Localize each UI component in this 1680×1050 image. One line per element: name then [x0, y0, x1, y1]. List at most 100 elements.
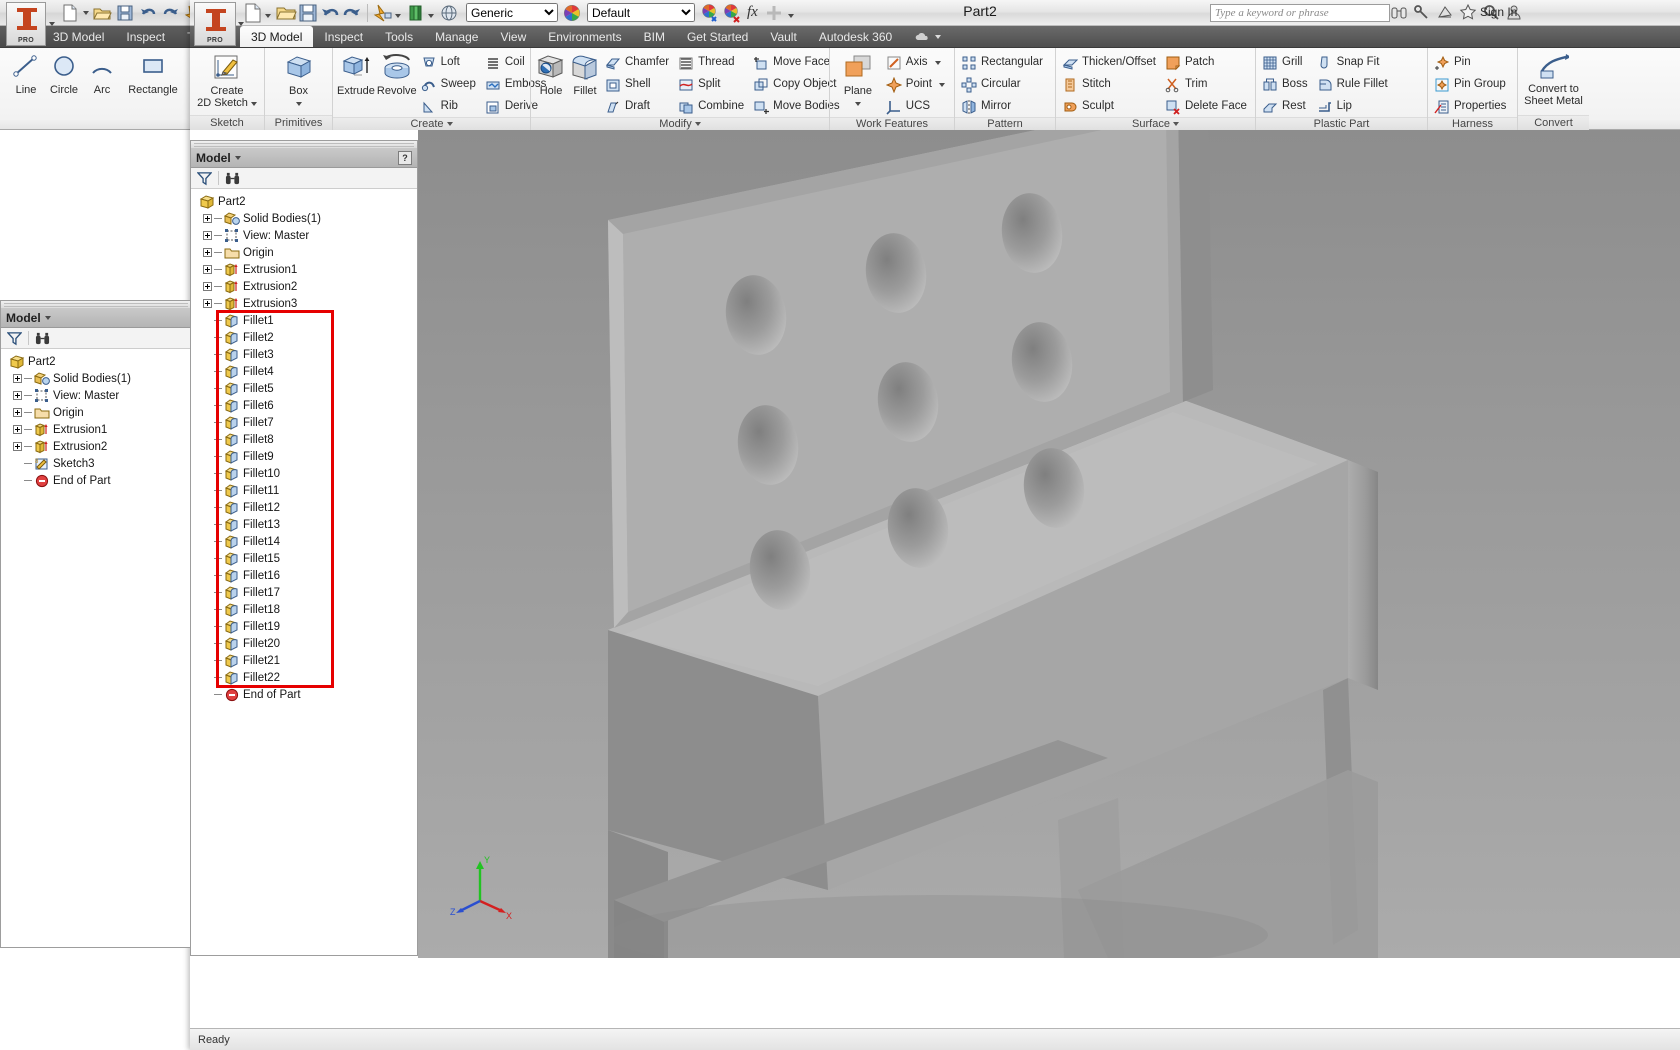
tab-vault[interactable]: Vault [759, 26, 807, 47]
open-folder-icon[interactable] [275, 2, 297, 24]
create-panel-caret-icon[interactable] [446, 122, 453, 126]
patch-button[interactable]: Patch [1163, 52, 1252, 73]
color-wheel-icon[interactable] [561, 2, 583, 24]
expander-plus-icon[interactable] [203, 231, 212, 240]
revolve-button[interactable]: Revolve [377, 51, 417, 97]
tree-item-fillet7[interactable]: Fillet7 [195, 414, 417, 431]
star-icon[interactable] [1459, 3, 1477, 21]
model-tree[interactable]: Part2 Solid Bodies(1) View: Master Origin Ex… [191, 189, 417, 954]
tree-item-fillet16[interactable]: Fillet16 [195, 567, 417, 584]
tab-environments[interactable]: Environments [537, 26, 632, 47]
expander-plus-icon[interactable] [203, 282, 212, 291]
circular-pattern-button[interactable]: Circular [959, 74, 1048, 95]
work-point-button[interactable]: Point [884, 74, 950, 95]
sculpt-button[interactable]: Sculpt [1060, 96, 1161, 117]
work-plane-caret-icon[interactable] [854, 102, 861, 106]
new-document-caret-icon[interactable] [265, 13, 271, 18]
properties-button[interactable]: Properties [1432, 96, 1511, 117]
create-2d-sketch-button[interactable]: Create 2D Sketch [194, 51, 260, 109]
tree-item-fillet9[interactable]: Fillet9 [195, 448, 417, 465]
ribbon-minimize-button[interactable] [903, 26, 952, 47]
new-document-icon[interactable] [242, 2, 264, 24]
tab-get-started[interactable]: Get Started [676, 26, 759, 47]
surface-panel-caret-icon[interactable] [1172, 122, 1179, 126]
material-select[interactable]: Generic [466, 3, 558, 22]
tree-item-fillet21[interactable]: Fillet21 [195, 652, 417, 669]
trim-button[interactable]: Trim [1163, 74, 1252, 95]
tree-item-fillet15[interactable]: Fillet15 [195, 550, 417, 567]
tree-item-fillet2[interactable]: Fillet2 [195, 329, 417, 346]
background-app-logo[interactable]: PRO [6, 2, 46, 46]
appearance-globe-icon[interactable] [438, 2, 460, 24]
tab-manage[interactable]: Manage [424, 26, 489, 47]
material-library-caret-icon[interactable] [428, 13, 434, 18]
app-logo-caret-icon[interactable] [238, 22, 244, 26]
fillet-button[interactable]: Fillet [569, 51, 601, 97]
tree-item-fillet12[interactable]: Fillet12 [195, 499, 417, 516]
save-icon[interactable] [297, 2, 319, 24]
tree-item-fillet4[interactable]: Fillet4 [195, 363, 417, 380]
thicken-offset-button[interactable]: Thicken/Offset [1060, 52, 1161, 73]
tree-item-fillet1[interactable]: Fillet1 [195, 312, 417, 329]
split-button[interactable]: Split [676, 74, 749, 95]
stitch-button[interactable]: Stitch [1060, 74, 1161, 95]
browser-help-badge[interactable]: ? [398, 151, 412, 165]
combine-button[interactable]: Combine [676, 96, 749, 117]
search-input[interactable]: Type a keyword or phrase [1210, 4, 1390, 22]
tree-item-part2[interactable]: Part2 [195, 193, 417, 210]
tree-item-end-of-part[interactable]: End of Part [195, 686, 417, 703]
tree-item-view-master[interactable]: View: Master [195, 227, 417, 244]
tree-item-fillet19[interactable]: Fillet19 [195, 618, 417, 635]
update-caret-icon[interactable] [395, 13, 401, 18]
rib-button[interactable]: Rib [419, 96, 481, 117]
snap-fit-button[interactable]: Snap Fit [1315, 52, 1393, 73]
tree-item-fillet8[interactable]: Fillet8 [195, 431, 417, 448]
expander-plus-icon[interactable] [203, 214, 212, 223]
tree-item-fillet10[interactable]: Fillet10 [195, 465, 417, 482]
hole-button[interactable]: Hole [535, 51, 567, 97]
sweep-button[interactable]: Sweep [419, 74, 481, 95]
thread-button[interactable]: Thread [676, 52, 749, 73]
background-model-tree[interactable]: Part2 Solid Bodies(1) View: Master Origi… [1, 349, 191, 945]
rest-button[interactable]: Rest [1260, 96, 1313, 117]
expander-plus-icon[interactable] [13, 425, 22, 434]
work-axis-button[interactable]: Axis [884, 52, 950, 73]
adjust-appearance-icon[interactable] [699, 2, 721, 24]
background-browser-grip[interactable] [1, 301, 191, 309]
tree-item-fillet3[interactable]: Fillet3 [195, 346, 417, 363]
create-2d-sketch-caret-icon[interactable] [250, 102, 257, 106]
tree-item-origin[interactable]: Origin [5, 404, 191, 421]
tree-item-origin[interactable]: Origin [195, 244, 417, 261]
tab-tools[interactable]: Tools [374, 26, 424, 47]
tree-item-end-of-part[interactable]: End of Part [5, 472, 191, 489]
tree-item-fillet22[interactable]: Fillet22 [195, 669, 417, 686]
loft-button[interactable]: Loft [419, 52, 481, 73]
extrude-button[interactable]: Extrude [337, 51, 375, 97]
pin-group-button[interactable]: Pin Group [1432, 74, 1511, 95]
key-icon[interactable] [1413, 3, 1431, 21]
chamfer-button[interactable]: Chamfer [603, 52, 674, 73]
tree-item-solid-bodies-1[interactable]: Solid Bodies(1) [195, 210, 417, 227]
appearance-select[interactable]: Default [587, 3, 695, 22]
expander-plus-icon[interactable] [203, 299, 212, 308]
tree-item-fillet17[interactable]: Fillet17 [195, 584, 417, 601]
tree-item-fillet11[interactable]: Fillet11 [195, 482, 417, 499]
save-icon[interactable] [115, 3, 135, 23]
expander-plus-icon[interactable] [13, 374, 22, 383]
expander-plus-icon[interactable] [13, 391, 22, 400]
grill-button[interactable]: Grill [1260, 52, 1313, 73]
pin-button[interactable]: Pin [1432, 52, 1511, 73]
tree-item-fillet20[interactable]: Fillet20 [195, 635, 417, 652]
background-tab-inspect[interactable]: Inspect [115, 26, 176, 48]
mirror-button[interactable]: Mirror [959, 96, 1048, 117]
chevron-down-icon[interactable] [83, 11, 89, 15]
tab-view[interactable]: View [489, 26, 537, 47]
binoculars-icon[interactable] [1390, 3, 1408, 21]
filter-icon[interactable] [197, 171, 212, 186]
expander-plus-icon[interactable] [203, 265, 212, 274]
redo-icon[interactable] [161, 3, 181, 23]
browser-grip[interactable] [191, 141, 417, 149]
tree-item-extrusion1[interactable]: Extrusion1 [195, 261, 417, 278]
filter-icon[interactable] [7, 331, 22, 346]
background-arc-button[interactable]: Arc [84, 48, 120, 114]
